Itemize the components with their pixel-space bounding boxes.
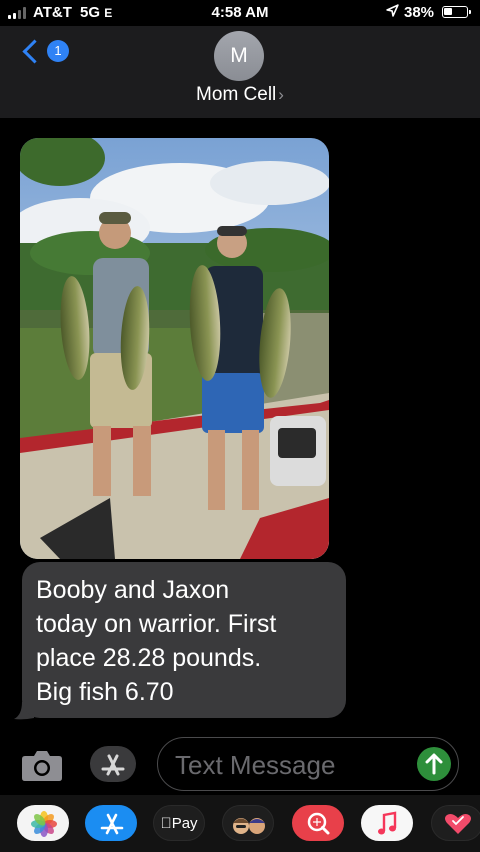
magnifying-glass-icon: [307, 812, 330, 835]
app-store-app-button[interactable]: [85, 805, 137, 841]
conversation-header: 1 M Mom Cell ›: [0, 26, 480, 118]
message-line: today on warrior. First: [36, 610, 277, 638]
message-bubble[interactable]: Booby and Jaxon today on warrior. First …: [22, 562, 346, 718]
location-arrow-icon: [386, 4, 399, 17]
image-search-app-button[interactable]: [292, 805, 344, 841]
chevron-right-icon: ›: [278, 85, 284, 104]
digital-touch-app-button[interactable]: [431, 805, 480, 841]
music-app-button[interactable]: [361, 805, 413, 841]
unread-badge: 1: [47, 40, 69, 62]
message-line: Booby and Jaxon: [36, 576, 230, 604]
message-text: Booby and Jaxon today on warrior. First …: [36, 573, 332, 709]
heart-icon: [445, 814, 471, 834]
back-button[interactable]: 1: [20, 38, 69, 64]
contact-name-button[interactable]: Mom Cell ›: [0, 84, 480, 106]
music-note-icon: [378, 811, 397, 835]
memoji-app-button[interactable]: [222, 805, 274, 841]
photos-app-button[interactable]: [17, 805, 69, 841]
memoji-icon: [233, 818, 265, 834]
send-button[interactable]: [417, 747, 451, 781]
app-store-icon: [100, 813, 124, 835]
contact-avatar[interactable]: M: [214, 31, 264, 81]
battery-level: [444, 8, 452, 15]
app-store-icon: [101, 754, 125, 776]
camera-icon[interactable]: [21, 748, 63, 782]
battery-percentage: 38%: [404, 4, 435, 21]
photo-attachment[interactable]: [20, 138, 329, 559]
arrow-up-icon: [425, 753, 443, 775]
contact-name: Mom Cell: [196, 84, 277, 105]
message-input[interactable]: Text Message: [157, 737, 459, 791]
apple-pay-label: Pay: [160, 815, 197, 832]
back-chevron-icon: [22, 38, 47, 64]
message-input-placeholder: Text Message: [175, 750, 336, 780]
message-line: Big fish 6.70: [36, 678, 174, 706]
message-line: place 28.28 pounds.: [36, 644, 262, 672]
status-bar: AT&T 5G E 4:58 AM 38%: [0, 0, 480, 26]
apple-pay-app-button[interactable]: Pay: [153, 805, 205, 841]
photos-icon: [31, 811, 57, 837]
battery-icon: [442, 6, 471, 18]
app-drawer: Pay: [0, 795, 480, 852]
fishing-photo-image: [20, 138, 329, 559]
app-store-toggle-button[interactable]: [90, 746, 136, 782]
